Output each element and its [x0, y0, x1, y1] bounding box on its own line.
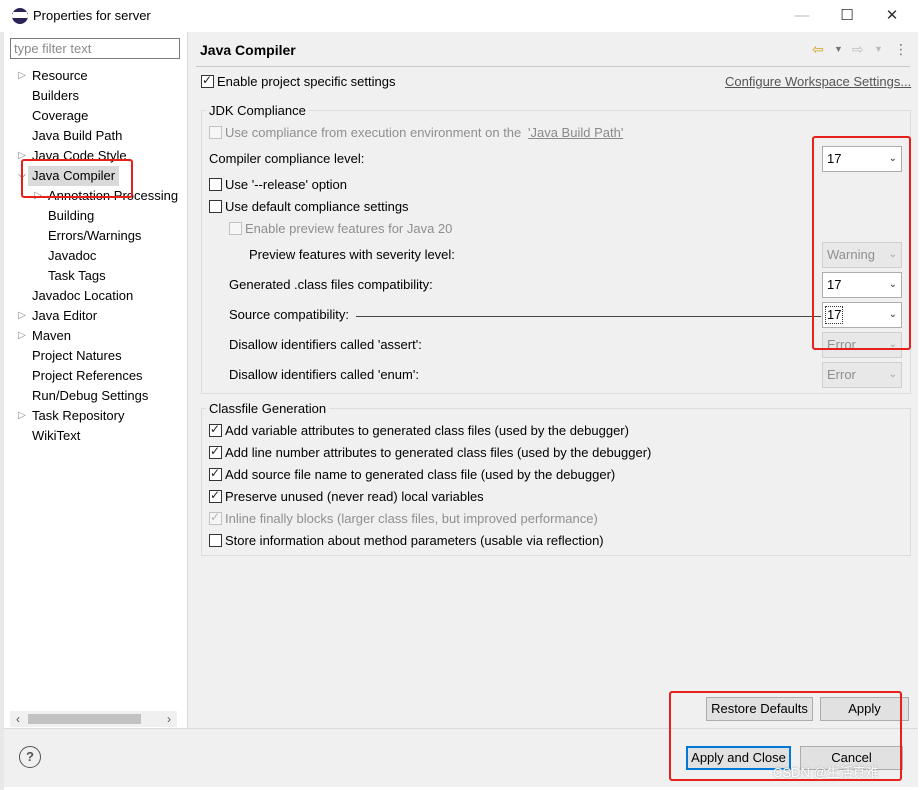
option-line-numbers-label: Add line number attributes to generated …: [225, 445, 652, 460]
option-line-numbers-checkbox[interactable]: [209, 444, 222, 459]
tree-item-resource[interactable]: Resource: [32, 66, 88, 86]
annotation-pointer-line: [356, 316, 821, 317]
use-compliance-checkbox[interactable]: [209, 126, 222, 139]
tree-item-project-natures[interactable]: Project Natures: [32, 346, 122, 366]
title-separator: [196, 66, 910, 67]
tree-item-building[interactable]: Building: [48, 206, 94, 226]
option-preserve-unused-checkbox[interactable]: [209, 488, 222, 503]
tree-item-run-debug-settings[interactable]: Run/Debug Settings: [32, 386, 148, 406]
option-source-file-name-checkbox[interactable]: [209, 466, 222, 481]
expand-arrow-icon[interactable]: ▷: [16, 66, 28, 86]
annotation-box-java-compiler: [21, 159, 133, 198]
annotation-box-compliance-levels: [812, 136, 911, 350]
scroll-left-icon[interactable]: ‹: [10, 711, 26, 727]
tree-item-javadoc-location[interactable]: Javadoc Location: [32, 286, 133, 306]
source-compat-label: Source compatibility:: [229, 307, 349, 322]
generated-compat-label: Generated .class files compatibility:: [229, 277, 433, 292]
compiler-level-label: Compiler compliance level:: [209, 151, 365, 166]
enable-preview-label: Enable preview features for Java 20: [245, 221, 453, 236]
tree-item-builders[interactable]: Builders: [32, 86, 79, 106]
tree-item-project-references[interactable]: Project References: [32, 366, 143, 386]
tree-item-maven[interactable]: Maven: [32, 326, 71, 346]
java-build-path-link[interactable]: 'Java Build Path': [528, 125, 623, 140]
disallow-enum-label: Disallow identifiers called 'enum':: [229, 367, 419, 382]
tree-item-java-build-path[interactable]: Java Build Path: [32, 126, 122, 146]
tree-item-errors-warnings[interactable]: Errors/Warnings: [48, 226, 141, 246]
option-variable-attributes-label: Add variable attributes to generated cla…: [225, 423, 629, 438]
use-default-compliance-label: Use default compliance settings: [225, 199, 409, 214]
scrollbar-thumb[interactable]: [28, 714, 141, 724]
option-inline-finally-label: Inline finally blocks (larger class file…: [225, 511, 598, 526]
option-preserve-unused-label: Preserve unused (never read) local varia…: [225, 489, 484, 504]
expand-arrow-icon[interactable]: ▷: [16, 406, 28, 426]
configure-workspace-link[interactable]: Configure Workspace Settings...: [725, 74, 911, 89]
scroll-right-icon[interactable]: ›: [161, 711, 177, 727]
page-title: Java Compiler: [200, 42, 296, 58]
tree-item-coverage[interactable]: Coverage: [32, 106, 88, 126]
maximize-button[interactable]: ☐: [827, 4, 867, 28]
tree-item-java-editor[interactable]: Java Editor: [32, 306, 97, 326]
enable-project-specific-label: Enable project specific settings: [217, 74, 396, 89]
use-compliance-label: Use compliance from execution environmen…: [225, 125, 522, 140]
expand-arrow-icon[interactable]: ▷: [16, 326, 28, 346]
use-release-label: Use '--release' option: [225, 177, 348, 192]
use-default-compliance-checkbox[interactable]: [209, 200, 222, 213]
disallow-enum-select[interactable]: Error ⌄: [822, 362, 902, 388]
option-method-parameters-label: Store information about method parameter…: [225, 533, 604, 548]
disallow-enum-value: Error: [827, 367, 856, 382]
tree-item-wikitext[interactable]: WikiText: [32, 426, 80, 446]
filter-input[interactable]: [10, 38, 180, 59]
tree-item-task-repository[interactable]: Task Repository: [32, 406, 124, 426]
back-arrow-icon[interactable]: ⇦: [812, 40, 824, 58]
forward-dropdown-icon[interactable]: ▼: [874, 40, 883, 58]
expand-arrow-icon[interactable]: ▷: [16, 306, 28, 326]
enable-project-specific-checkbox[interactable]: [201, 73, 214, 88]
option-source-file-name-label: Add source file name to generated class …: [225, 467, 616, 482]
view-menu-icon[interactable]: ⋮: [894, 40, 908, 58]
eclipse-app-icon: [12, 8, 28, 24]
option-variable-attributes-checkbox[interactable]: [209, 422, 222, 437]
enable-preview-checkbox[interactable]: [229, 222, 242, 235]
option-method-parameters-checkbox[interactable]: [209, 534, 222, 547]
preview-severity-label: Preview features with severity level:: [249, 247, 455, 262]
horizontal-scrollbar[interactable]: ‹ ›: [10, 711, 177, 727]
window-title: Properties for server: [33, 8, 151, 23]
disallow-assert-label: Disallow identifiers called 'assert':: [229, 337, 422, 352]
help-icon[interactable]: ?: [19, 746, 41, 768]
close-button[interactable]: ✕: [872, 4, 912, 28]
minimize-button[interactable]: —: [782, 4, 822, 28]
tree-item-javadoc[interactable]: Javadoc: [48, 246, 96, 266]
tree-item-task-tags[interactable]: Task Tags: [48, 266, 106, 286]
jdk-compliance-title: JDK Compliance: [206, 103, 309, 119]
forward-arrow-icon[interactable]: ⇨: [852, 40, 864, 58]
watermark: CSDN @生活真难: [773, 765, 879, 780]
back-dropdown-icon[interactable]: ▼: [834, 40, 843, 58]
chevron-down-icon: ⌄: [888, 369, 897, 380]
classfile-generation-title: Classfile Generation: [206, 401, 330, 417]
option-inline-finally-checkbox[interactable]: [209, 510, 222, 525]
use-release-checkbox[interactable]: [209, 178, 222, 191]
